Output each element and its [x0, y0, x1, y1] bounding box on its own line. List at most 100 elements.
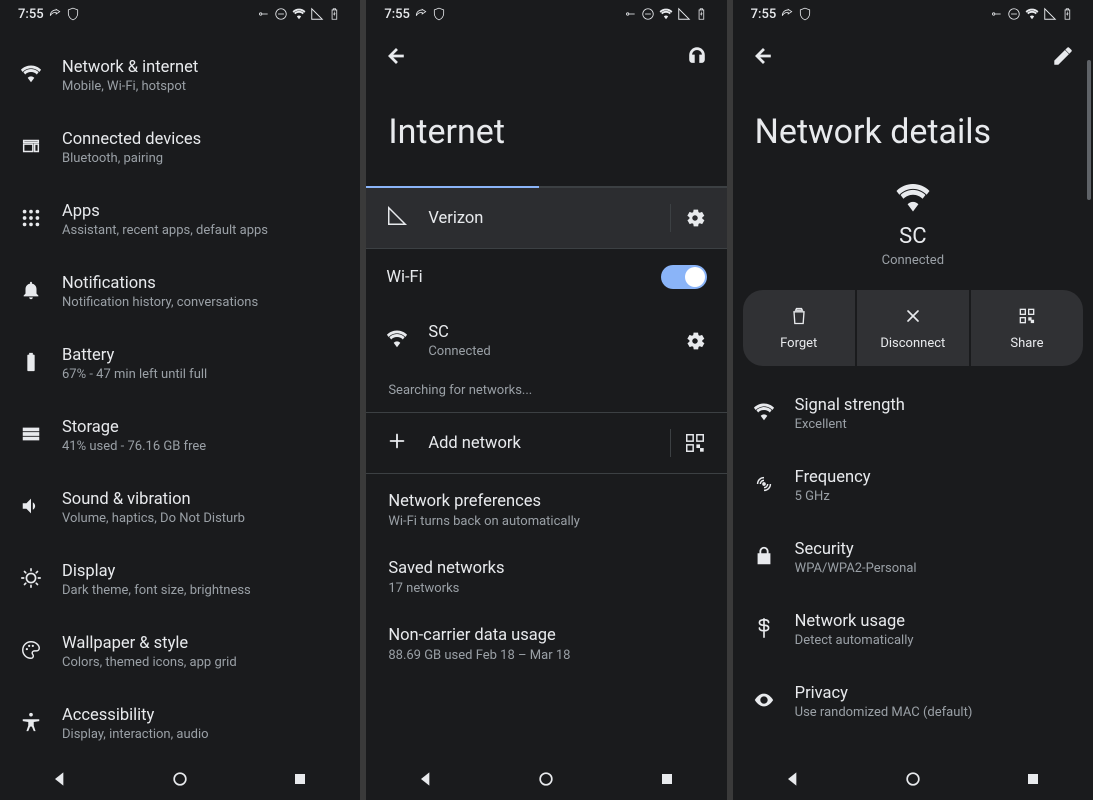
status-time: 7:55 — [18, 7, 44, 22]
settings-list: Network & internet Mobile, Wi-Fi, hotspo… — [0, 40, 360, 758]
display-icon — [20, 567, 42, 593]
key-icon — [256, 7, 270, 21]
nav-recents-button[interactable] — [1023, 769, 1043, 789]
edit-button[interactable] — [1051, 44, 1075, 68]
wifi-icon — [20, 63, 42, 89]
nav-bar — [0, 758, 360, 800]
page-title: Internet — [366, 84, 726, 186]
nav-back-button[interactable] — [50, 769, 70, 789]
nav-home-button[interactable] — [903, 769, 923, 789]
carrier-settings-button[interactable] — [683, 206, 707, 230]
battery-icon — [695, 7, 709, 21]
close-icon — [903, 306, 923, 330]
carrier-name: Verizon — [428, 209, 669, 228]
signal-icon — [677, 7, 691, 21]
settings-item-notifications[interactable]: Notifications Notification history, conv… — [0, 256, 360, 328]
network-preferences-row[interactable]: Network preferences Wi-Fi turns back on … — [366, 474, 726, 547]
settings-item-sound[interactable]: Sound & vibration Volume, haptics, Do No… — [0, 472, 360, 544]
status-bar: 7:55 — [0, 0, 360, 28]
detail-usage[interactable]: Network usage Detect automatically — [733, 594, 1093, 666]
network-list: Verizon Wi-Fi SC Connected Searching for… — [366, 188, 726, 758]
header-bar — [733, 28, 1093, 84]
wifi-icon — [1025, 7, 1039, 21]
dollar-icon — [753, 617, 775, 643]
nav-home-button[interactable] — [536, 769, 556, 789]
saved-networks-row[interactable]: Saved networks 17 networks — [366, 547, 726, 614]
share-button[interactable]: Share — [971, 290, 1083, 366]
detail-security[interactable]: Security WPA/WPA2-Personal — [733, 522, 1093, 594]
page-title: Network details — [733, 84, 1093, 170]
key-icon — [623, 7, 637, 21]
wifi-toggle[interactable] — [661, 265, 707, 289]
ssid: SC — [899, 224, 926, 249]
wifi-toggle-row[interactable]: Wi-Fi — [366, 249, 726, 305]
eye-icon — [753, 689, 775, 715]
settings-main-screen: 7:55 Network & internet Mobile, Wi-Fi, h… — [0, 0, 360, 800]
nav-recents-button[interactable] — [657, 769, 677, 789]
nav-bar — [366, 758, 726, 800]
nav-home-button[interactable] — [170, 769, 190, 789]
broadcast-icon — [753, 473, 775, 499]
settings-item-accessibility[interactable]: Accessibility Display, interaction, audi… — [0, 688, 360, 758]
key-icon — [989, 7, 1003, 21]
shield-icon — [66, 7, 80, 21]
settings-item-network[interactable]: Network & internet Mobile, Wi-Fi, hotspo… — [0, 40, 360, 112]
settings-item-apps[interactable]: Apps Assistant, recent apps, default app… — [0, 184, 360, 256]
wifi-icon — [292, 7, 306, 21]
disconnect-button[interactable]: Disconnect — [857, 290, 969, 366]
detail-privacy[interactable]: Privacy Use randomized MAC (default) — [733, 666, 1093, 726]
dnd-icon — [274, 7, 288, 21]
battery-icon — [328, 7, 342, 21]
wifi-label: Wi-Fi — [386, 268, 660, 287]
add-network-row[interactable]: Add network — [366, 412, 726, 474]
nav-back-button[interactable] — [783, 769, 803, 789]
signal-icon — [310, 7, 324, 21]
settings-item-storage[interactable]: Storage 41% used - 76.16 GB free — [0, 400, 360, 472]
carrier-row[interactable]: Verizon — [366, 188, 726, 249]
share-icon — [414, 7, 428, 21]
network-summary: SC Connected — [733, 170, 1093, 290]
qr-scan-button[interactable] — [683, 431, 707, 455]
settings-item-battery[interactable]: Battery 67% - 47 min left until full — [0, 328, 360, 400]
connected-network-row[interactable]: SC Connected — [366, 305, 726, 377]
detail-signal[interactable]: Signal strength Excellent — [733, 378, 1093, 450]
dnd-icon — [641, 7, 655, 21]
connection-status: Connected — [428, 344, 682, 359]
storage-icon — [20, 423, 42, 449]
back-button[interactable] — [384, 44, 408, 68]
nav-back-button[interactable] — [416, 769, 436, 789]
battery-icon — [1061, 7, 1075, 21]
item-subtitle: Mobile, Wi-Fi, hotspot — [62, 79, 340, 94]
settings-item-wallpaper[interactable]: Wallpaper & style Colors, themed icons, … — [0, 616, 360, 688]
accessibility-icon — [20, 711, 42, 737]
devices-icon — [20, 135, 42, 161]
trash-icon — [789, 306, 809, 330]
wifi-icon — [895, 180, 931, 220]
status-bar: 7:55 — [733, 0, 1093, 28]
signal-icon — [1043, 7, 1057, 21]
internet-screen: 7:55 Internet Verizon Wi-Fi — [366, 0, 726, 800]
network-details-screen: 7:55 Network details SC Connected Forget… — [733, 0, 1093, 800]
back-button[interactable] — [751, 44, 775, 68]
details-list: Signal strength Excellent Frequency 5 GH… — [733, 378, 1093, 758]
lock-icon — [753, 545, 775, 571]
scrollbar[interactable] — [1087, 60, 1091, 200]
status-bar: 7:55 — [366, 0, 726, 28]
detail-frequency[interactable]: Frequency 5 GHz — [733, 450, 1093, 522]
wifi-icon — [659, 7, 673, 21]
network-settings-button[interactable] — [683, 329, 707, 353]
status-time: 7:55 — [384, 7, 410, 22]
action-row: Forget Disconnect Share — [733, 290, 1093, 378]
settings-item-connected[interactable]: Connected devices Bluetooth, pairing — [0, 112, 360, 184]
share-icon — [780, 7, 794, 21]
item-title: Network & internet — [62, 58, 340, 77]
settings-item-display[interactable]: Display Dark theme, font size, brightnes… — [0, 544, 360, 616]
loading-progress — [366, 186, 726, 188]
apps-icon — [20, 207, 42, 233]
data-usage-row[interactable]: Non-carrier data usage 88.69 GB used Feb… — [366, 614, 726, 681]
headset-button[interactable] — [685, 44, 709, 68]
nav-recents-button[interactable] — [290, 769, 310, 789]
bell-icon — [20, 279, 42, 305]
wifi-icon — [753, 401, 775, 427]
forget-button[interactable]: Forget — [743, 290, 855, 366]
